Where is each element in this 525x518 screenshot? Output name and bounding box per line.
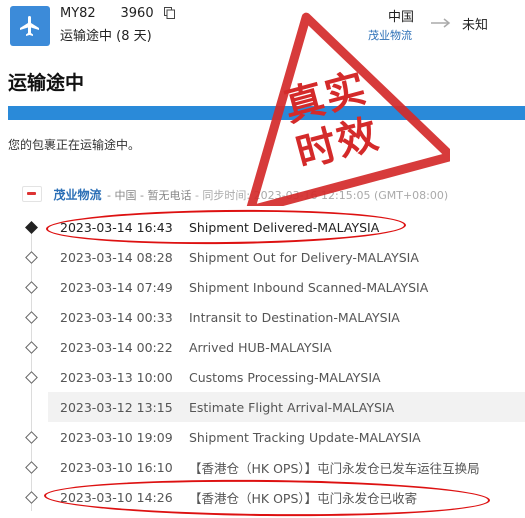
status-with-days: 运输途中 (8 天) [60,29,152,44]
event-time: 2023-03-14 08:28 [60,249,173,265]
timeline-dot [25,311,38,324]
event-description: Customs Processing-MALAYSIA [189,369,381,385]
stamp-badge: 真实 时效 [210,6,450,206]
destination-country: 未知 [462,18,489,33]
page-title: 运输途中 [8,72,85,94]
event-description: 【香港仓（HK OPS）】屯门永发仓已收寄 [189,490,418,506]
event-row: 2023-03-10 19:09 Shipment Tracking Updat… [0,422,525,452]
event-description: Intransit to Destination-MALAYSIA [189,309,400,325]
airplane-icon [10,6,50,46]
event-time: 2023-03-10 14:26 [60,489,173,505]
event-row: 2023-03-14 00:33 Intransit to Destinatio… [0,302,525,332]
event-row: 2023-03-14 00:22 Arrived HUB-MALAYSIA [0,332,525,362]
event-time: 2023-03-14 00:33 [60,309,173,325]
event-time: 2023-03-10 16:10 [60,459,173,475]
timeline-dot [25,461,38,474]
timeline-dot [25,371,38,384]
event-time: 2023-03-14 00:22 [60,339,173,355]
event-time: 2023-03-14 16:43 [60,219,173,235]
timeline-dot [25,281,38,294]
status-intro-text: 您的包裹正在运输途中。 [8,138,141,152]
event-row: 2023-03-14 07:49 Shipment Inbound Scanne… [0,272,525,302]
event-row-hovered: 2023-03-12 13:15 Estimate Flight Arrival… [48,392,525,422]
carrier-meta: - 中国 - 暂无电话 [103,189,192,202]
event-description: Shipment Tracking Update-MALAYSIA [189,429,421,445]
tracking-number-text: MY82 3960 [60,6,154,21]
carrier-logo [22,186,42,202]
carrier-name[interactable]: 茂业物流 [54,188,102,202]
event-row: 2023-03-14 16:43 Shipment Delivered-MALA… [0,212,525,242]
timeline-dot [25,491,38,504]
tracking-number: MY82 3960 [60,6,175,23]
event-time: 2023-03-14 07:49 [60,279,173,295]
event-row: 2023-03-13 10:00 Customs Processing-MALA… [0,362,525,392]
event-time: 2023-03-12 13:15 [60,399,173,415]
copy-icon[interactable] [163,7,175,23]
event-row: 2023-03-10 16:10 【香港仓（HK OPS）】屯门永发仓已发车运往… [0,452,525,482]
event-time: 2023-03-13 10:00 [60,369,173,385]
event-description: Estimate Flight Arrival-MALAYSIA [189,399,395,415]
event-row: 2023-03-14 08:28 Shipment Out for Delive… [0,242,525,272]
timeline-dot [25,251,38,264]
timeline-dot [25,341,38,354]
event-row: 2023-03-10 14:26 【香港仓（HK OPS）】屯门永发仓已收寄 [0,482,525,512]
timeline-dot-active [25,221,38,234]
event-description: Shipment Delivered-MALAYSIA [189,219,380,235]
event-description: Shipment Inbound Scanned-MALAYSIA [189,279,429,295]
event-description: 【香港仓（HK OPS）】屯门永发仓已发车运往互换局 [189,460,480,476]
timeline-dot [25,431,38,444]
event-time: 2023-03-10 19:09 [60,429,173,445]
event-description: Arrived HUB-MALAYSIA [189,339,332,355]
event-description: Shipment Out for Delivery-MALAYSIA [189,249,419,265]
